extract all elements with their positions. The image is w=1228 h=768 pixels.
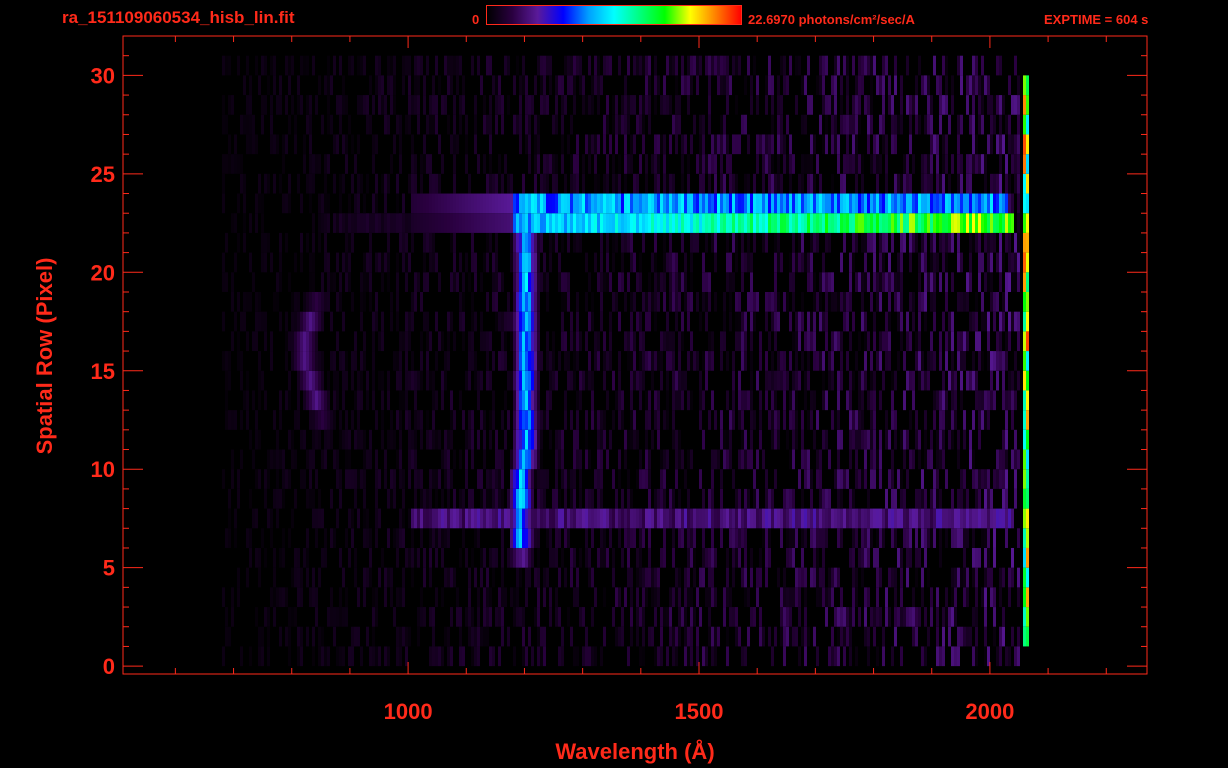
y-axis-label: Spatial Row (Pixel) [32, 258, 57, 455]
y-tick-label: 5 [103, 556, 115, 581]
exposure-time: EXPTIME = 604 s [1044, 12, 1149, 27]
x-tick-label: 2000 [965, 699, 1014, 724]
y-tick-label: 20 [91, 260, 115, 285]
x-tick-label: 1500 [675, 699, 724, 724]
y-tick-label: 15 [91, 359, 115, 384]
spectrum-plot: 1000 1500 2000051015202530 Wavelength (Å) … [0, 0, 1228, 768]
y-tick-label: 25 [91, 162, 115, 187]
file-name: ra_151109060534_hisb_lin.fit [62, 8, 295, 27]
x-axis-label: Wavelength (Å) [555, 738, 714, 764]
colorbar [486, 5, 742, 25]
x-tick-label: 1000 [384, 699, 433, 724]
y-tick-label: 10 [91, 457, 115, 482]
colorbar-min-label: 0 [472, 12, 480, 27]
y-tick-label: 30 [91, 63, 115, 88]
colorbar-max-label: 22.6970 photons/cm²/sec/A [748, 12, 915, 27]
y-tick-label: 0 [103, 654, 115, 679]
